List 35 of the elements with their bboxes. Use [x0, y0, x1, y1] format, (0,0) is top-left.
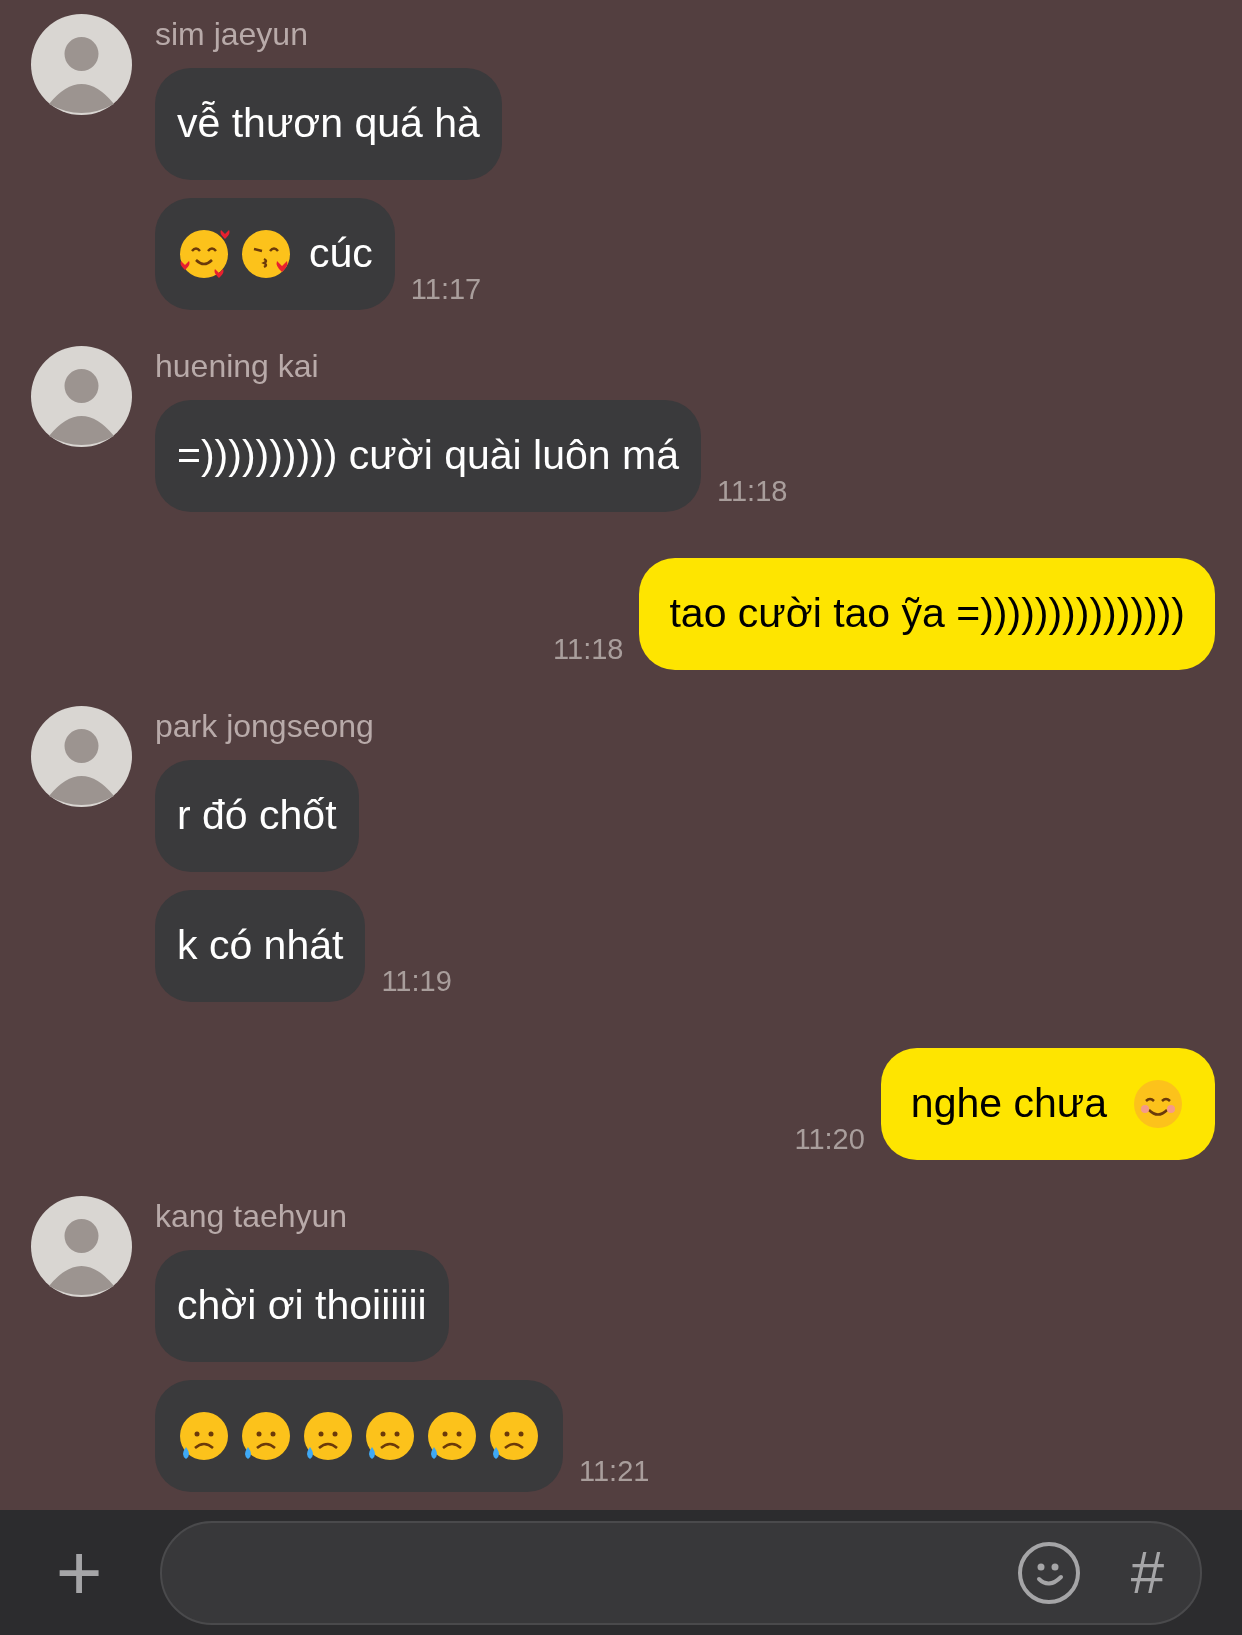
emoji-icon: [425, 1409, 479, 1463]
message-bubble: k có nhát: [155, 890, 366, 1002]
message-bubble: cúc: [155, 198, 395, 310]
message-bubble: tao cười tao ỹa =))))))))))))))): [639, 558, 1215, 670]
timestamp: 11:18: [553, 635, 624, 664]
emoji-icon: [1131, 1077, 1185, 1131]
emoji-icon[interactable]: [1016, 1540, 1081, 1605]
timestamp: 11:21: [579, 1457, 650, 1486]
sender-name: sim jaeyun: [155, 15, 308, 54]
emoji-icon: [177, 1409, 231, 1463]
message-bubble: chời ơi thoiiiiii: [155, 1250, 449, 1362]
sender-name: park jongseong: [155, 707, 374, 746]
timestamp: 11:17: [410, 275, 482, 304]
message-bubble: nghe chưa: [880, 1048, 1215, 1160]
message-bubble: r đó chốt: [155, 760, 359, 872]
sender-name: kang taehyun: [155, 1197, 348, 1236]
hashtag-button[interactable]: #: [1130, 1542, 1164, 1603]
avatar[interactable]: [31, 1196, 132, 1297]
emoji-icon: [177, 227, 231, 281]
emoji-icon: [239, 1409, 293, 1463]
avatar[interactable]: [31, 346, 132, 447]
message-bubble: vễ thươn quá hà: [155, 68, 502, 180]
avatar[interactable]: [31, 706, 132, 807]
attach-button[interactable]: +: [40, 1532, 118, 1613]
timestamp: 11:20: [794, 1125, 865, 1154]
message-bubble: =)))))))))) cười quài luôn má: [155, 400, 701, 512]
message-input[interactable]: #: [160, 1520, 1202, 1625]
timestamp: 11:19: [381, 967, 452, 996]
avatar[interactable]: [31, 14, 132, 115]
emoji-icon: [239, 227, 293, 281]
sender-name: huening kai: [155, 347, 319, 386]
emoji-icon: [363, 1409, 417, 1463]
timestamp: 11:18: [717, 477, 788, 506]
emoji-icon: [487, 1409, 541, 1463]
emoji-icon: [301, 1409, 355, 1463]
